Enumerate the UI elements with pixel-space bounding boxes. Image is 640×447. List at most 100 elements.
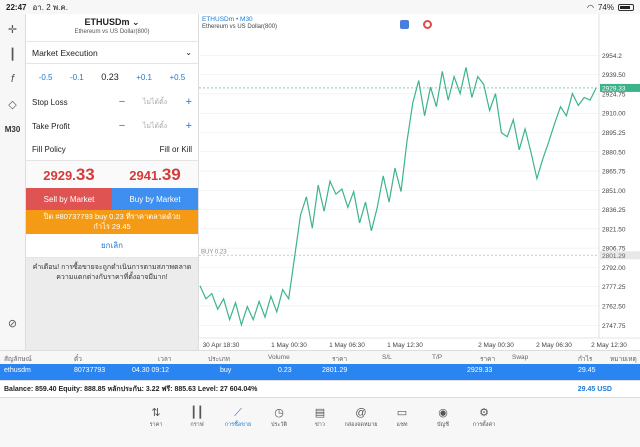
stop-loss-minus-button[interactable]: −	[112, 96, 132, 108]
tab-chart[interactable]: ┃┃ กราฟ	[177, 398, 218, 447]
status-date: อา. 2 พ.ค.	[32, 2, 68, 12]
tab-mailbox[interactable]: @ กล่องจดหมาย	[341, 398, 382, 447]
buy-by-market-button[interactable]: Buy by Market	[112, 188, 198, 210]
header-volume: Volume	[268, 354, 290, 361]
chart-title: ETHUSDm • M30	[202, 16, 253, 23]
x-tick-label: 2 May 06:30	[536, 342, 572, 349]
battery-icon	[618, 3, 634, 11]
take-profit-row: Take Profit − ไม่ได้ตั้ง +	[26, 114, 198, 138]
chevron-down-icon: ⌄	[131, 17, 140, 27]
take-profit-minus-button[interactable]: −	[112, 120, 132, 132]
tab-history[interactable]: ◷ ประวัติ	[259, 398, 300, 447]
current-price-tag-label: 2929.33	[602, 85, 626, 92]
volume-plus-big-button[interactable]: +0.5	[169, 73, 185, 82]
y-tick-label: 2762.50	[602, 303, 626, 310]
objects-icon[interactable]: ◇	[3, 94, 23, 114]
header-tp: T/P	[432, 354, 443, 361]
volume-stepper: -0.5 -0.1 0.23 +0.1 +0.5	[26, 64, 198, 90]
close-position-line2: กำไร 29.45	[93, 222, 131, 231]
stop-loss-field[interactable]: ไม่ได้ตั้ง	[132, 97, 178, 108]
tab-account[interactable]: ◉ บัญชี	[423, 398, 464, 447]
header-ticket: ตั๋ว	[74, 356, 82, 363]
gear-icon: ⚙	[479, 407, 489, 419]
fill-policy-value: Fill or Kill	[159, 144, 192, 154]
balance-text: Balance: 859.40 Equity: 888.85 หลักประกั…	[4, 385, 258, 393]
header-price: ราคา	[332, 356, 348, 363]
fill-policy-row[interactable]: Fill Policy Fill or Kill	[26, 138, 198, 160]
take-profit-field[interactable]: ไม่ได้ตั้ง	[132, 121, 178, 132]
volume-plus-small-button[interactable]: +0.1	[136, 73, 152, 82]
x-tick-label: 30 Apr 18:30	[203, 342, 240, 349]
sell-by-market-button[interactable]: Sell by Market	[26, 188, 112, 210]
at-icon: @	[355, 407, 367, 419]
header-sl: S/L	[382, 354, 392, 361]
chart-icons	[400, 20, 432, 29]
status-bar: 22:47 อา. 2 พ.ค. ◠ 74%	[0, 0, 640, 14]
header-symbol: สัญลักษณ์	[4, 356, 32, 363]
header-current-price: ราคา	[480, 356, 496, 363]
ask-price: 2941.39	[129, 164, 181, 184]
fill-policy-label: Fill Policy	[32, 144, 66, 154]
price-series-line	[199, 67, 597, 328]
x-tick-label: 1 May 00:30	[271, 342, 307, 349]
bid-price: 2929.33	[43, 164, 95, 184]
close-position-line1: ปิด #80737793 buy 0.23 ที่ราคาตลาดด้วย	[43, 212, 181, 221]
y-tick-label: 2910.00	[602, 111, 626, 118]
y-tick-label: 2821.50	[602, 226, 626, 233]
trend-chart-icon: ⟋	[234, 407, 242, 419]
volume-minus-small-button[interactable]: -0.1	[70, 73, 84, 82]
candle-type-icon[interactable]: ┃	[3, 44, 23, 64]
execution-type-select[interactable]: Market Execution ⌄	[26, 42, 198, 64]
close-position-button[interactable]: ปิด #80737793 buy 0.23 ที่ราคาตลาดด้วย ก…	[26, 210, 198, 234]
header-profit: กำไร	[578, 356, 593, 363]
volume-field[interactable]: 0.23	[101, 72, 119, 82]
battery-percent: 74%	[597, 2, 614, 12]
row-time: 04.30 09:12	[132, 367, 169, 374]
positions-header: สัญลักษณ์ ตั๋ว เวลา ประเภท Volume ราคา S…	[0, 350, 640, 364]
status-right: ◠ 74%	[587, 3, 634, 12]
tab-settings[interactable]: ⚙ การตั้งค่า	[464, 398, 505, 447]
buy-price-tag-label: 2801.29	[602, 253, 626, 260]
symbol-description: Ethereum vs US Dollar(800)	[74, 29, 150, 35]
y-tick-label: 2777.25	[602, 284, 626, 291]
cancel-button[interactable]: ยกเลิก	[26, 234, 198, 258]
price-chart[interactable]: 2954.2 2939.50 2924.75 2910.00 2895.25 2880.5…	[199, 14, 640, 374]
y-tick-label: 2836.25	[602, 207, 626, 214]
row-price: 2929.33	[467, 367, 493, 374]
row-ticket: 80737793	[74, 367, 106, 374]
symbol-name: ETHUSDm ⌄	[84, 17, 140, 27]
indicator-icon[interactable]: f	[3, 69, 23, 89]
balance-bar: Balance: 859.40 Equity: 888.85 หลักประกั…	[0, 380, 640, 398]
crosshair-icon[interactable]: ✛	[3, 19, 23, 39]
y-tick-label: 2954.2	[602, 53, 622, 60]
clock-icon: ◷	[274, 407, 284, 419]
execution-type-label: Market Execution	[32, 47, 98, 58]
volume-minus-big-button[interactable]: -0.5	[39, 73, 53, 82]
x-tick-label: 1 May 06:30	[329, 342, 365, 349]
one-click-trading-icon[interactable]	[400, 20, 409, 29]
chart-svg: 2954.2 2939.50 2924.75 2910.00 2895.25 2880.5…	[199, 14, 640, 349]
chart-zoom-icon[interactable]: ⊘	[3, 313, 23, 333]
arrows-updown-icon: ⇅	[151, 407, 161, 419]
buy-level-label: BUY 0.23	[201, 249, 227, 255]
row-profit: 29.45	[578, 367, 596, 374]
timeframe-button[interactable]: M30	[3, 119, 23, 139]
symbol-selector[interactable]: ETHUSDm ⌄ Ethereum vs US Dollar(800)	[26, 14, 198, 42]
x-tick-label: 1 May 12:30	[387, 342, 423, 349]
battery-fill	[620, 5, 630, 9]
stop-loss-plus-button[interactable]: +	[178, 96, 192, 108]
tab-quotes[interactable]: ⇅ ราคา	[136, 398, 177, 447]
tab-trade[interactable]: ⟋ การซื้อขาย	[218, 398, 259, 447]
header-type: ประเภท	[208, 356, 230, 363]
stop-loss-label: Stop Loss	[32, 97, 68, 107]
tab-chat[interactable]: ▭ แชท	[382, 398, 423, 447]
chevron-down-icon: ⌄	[185, 48, 192, 57]
position-row[interactable]: ethusdm 80737793 04.30 09:12 buy 0.23 28…	[0, 364, 640, 380]
signal-icon[interactable]	[423, 20, 432, 29]
x-tick-label: 2 May 00:30	[478, 342, 514, 349]
row-symbol: ethusdm	[4, 367, 31, 374]
status-time: 22:47	[6, 2, 27, 12]
take-profit-plus-button[interactable]: +	[178, 120, 192, 132]
stop-loss-row: Stop Loss − ไม่ได้ตั้ง +	[26, 90, 198, 114]
tab-news[interactable]: ▤ ข่าว	[300, 398, 341, 447]
